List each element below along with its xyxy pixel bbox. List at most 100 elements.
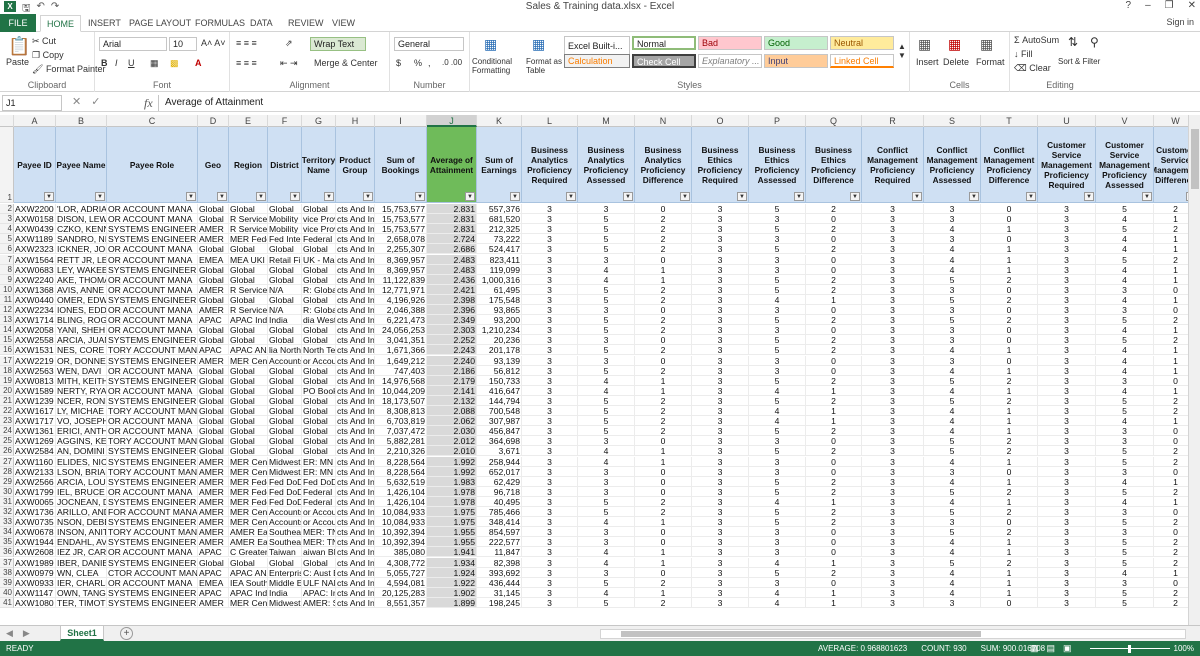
cell-styles-gallery[interactable]: Excel Built-i... [564, 36, 630, 56]
table-cell[interactable]: 3 [1038, 537, 1096, 548]
table-cell[interactable]: cts And Int [336, 244, 375, 255]
table-cell[interactable]: 1.992 [427, 466, 477, 477]
table-cell[interactable]: 5 [924, 274, 981, 285]
table-cell[interactable]: 2 [635, 224, 692, 235]
table-cell[interactable]: 5 [749, 204, 806, 215]
table-cell[interactable]: SYSTEMS ENGINEER [107, 557, 198, 568]
table-cell[interactable]: 5 [578, 325, 635, 336]
tab-view[interactable]: VIEW [326, 15, 361, 32]
table-cell[interactable]: 31,145 [477, 587, 522, 598]
table-cell[interactable]: 2 [1154, 547, 1188, 558]
table-cell[interactable]: 'LOR, ADRIA [56, 204, 107, 215]
table-cell[interactable]: RETT JR, LE [56, 254, 107, 265]
table-cell[interactable]: 3 [522, 567, 578, 578]
table-cell[interactable]: 4 [1096, 567, 1154, 578]
table-cell[interactable]: AMER [198, 486, 229, 497]
table-cell[interactable]: 3 [862, 446, 924, 457]
table-cell[interactable]: 2,046,388 [375, 305, 427, 316]
table-cell[interactable]: 3 [522, 315, 578, 326]
table-cell[interactable]: C Greater [229, 547, 268, 558]
table-cell[interactable]: 0 [806, 456, 862, 467]
table-cell[interactable]: 3 [1038, 274, 1096, 285]
table-cell[interactable]: Global [198, 436, 229, 447]
table-cell[interactable]: Global [198, 244, 229, 255]
table-cell[interactable]: Global [198, 214, 229, 225]
table-cell[interactable]: 11,847 [477, 547, 522, 558]
table-cell[interactable]: 3 [862, 234, 924, 245]
table-cell[interactable]: IBER, DANIE [56, 557, 107, 568]
table-cell[interactable]: 3 [522, 547, 578, 558]
style-neutral[interactable]: Neutral [830, 36, 894, 50]
table-cell[interactable]: 3 [862, 486, 924, 497]
table-cell[interactable]: 0 [635, 436, 692, 447]
underline-button[interactable]: U [128, 58, 135, 68]
table-cell[interactable]: Global [229, 446, 268, 457]
table-cell[interactable]: 0 [1154, 527, 1188, 538]
table-cell[interactable]: 854,597 [477, 527, 522, 538]
horizontal-scrollbar[interactable] [600, 629, 1186, 639]
table-cell[interactable]: 1 [981, 426, 1038, 437]
table-cell[interactable]: 3 [522, 416, 578, 427]
table-cell[interactable]: 2 [635, 507, 692, 518]
table-cell[interactable]: 3 [1096, 305, 1154, 316]
table-cell[interactable]: 1 [635, 557, 692, 568]
table-cell[interactable]: 3 [862, 284, 924, 295]
table-cell[interactable]: OR ACCOUNT MANA [107, 274, 198, 285]
table-cell[interactable]: 3 [522, 264, 578, 275]
table-cell[interactable]: 2,210,326 [375, 446, 427, 457]
table-cell[interactable]: 56,812 [477, 365, 522, 376]
filter-dropdown-icon[interactable]: ▼ [1084, 192, 1094, 201]
table-cell[interactable]: 1 [981, 587, 1038, 598]
table-cell[interactable]: cts And Int [336, 395, 375, 406]
prev-sheet-icon[interactable]: ◀ [6, 628, 13, 639]
table-cell[interactable]: 2.349 [427, 315, 477, 326]
table-cell[interactable]: 2.724 [427, 234, 477, 245]
table-cell[interactable]: 2 [1154, 588, 1188, 598]
table-cell[interactable]: 20,125,283 [375, 587, 427, 598]
table-cell[interactable]: 4 [749, 557, 806, 568]
table-cell[interactable]: 3 [578, 436, 635, 447]
filter-dropdown-icon[interactable]: ▼ [324, 192, 334, 201]
table-cell[interactable]: 2.141 [427, 385, 477, 396]
table-cell[interactable]: 4 [924, 587, 981, 598]
table-cell[interactable]: 6,221,473 [375, 315, 427, 326]
table-cell[interactable]: 5 [749, 284, 806, 295]
table-cell[interactable]: 2.012 [427, 436, 477, 447]
row-header[interactable]: 36 [0, 547, 14, 558]
row-header[interactable]: 19 [0, 375, 14, 386]
table-cell[interactable]: 5 [924, 557, 981, 568]
table-cell[interactable]: cts And Int [336, 375, 375, 386]
table-cell[interactable]: 2 [806, 375, 862, 386]
table-cell[interactable]: 3 [1038, 436, 1096, 447]
table-cell[interactable]: 3 [522, 507, 578, 518]
table-cell[interactable]: 3 [749, 577, 806, 588]
table-cell[interactable]: 10,392,394 [375, 537, 427, 548]
table-cell[interactable]: 3 [578, 567, 635, 578]
row-header[interactable]: 31 [0, 496, 14, 507]
table-cell[interactable]: 3 [862, 597, 924, 608]
table-cell[interactable]: 3 [1038, 305, 1096, 316]
table-cell[interactable]: 3 [749, 214, 806, 225]
table-cell[interactable]: cts And Int [336, 214, 375, 225]
table-cell[interactable]: 4,308,772 [375, 557, 427, 568]
table-cell[interactable]: 3 [1038, 486, 1096, 497]
add-sheet-button[interactable]: + [120, 627, 133, 640]
decimal-icon[interactable]: .0 .00 [442, 58, 462, 67]
table-cell[interactable]: 2 [635, 234, 692, 245]
table-cell[interactable]: 2.686 [427, 244, 477, 255]
column-header[interactable]: E [229, 115, 268, 127]
table-cell[interactable]: 4 [1096, 244, 1154, 255]
table-cell[interactable]: 2 [806, 395, 862, 406]
table-cell[interactable]: 119,099 [477, 264, 522, 275]
table-cell[interactable]: 3 [522, 476, 578, 487]
table-cell[interactable]: AXW2234 [14, 305, 56, 316]
table-cell[interactable]: 3 [522, 294, 578, 305]
table-cell[interactable]: AXW0735 [14, 517, 56, 528]
table-cell[interactable]: 4 [924, 577, 981, 588]
table-cell[interactable]: 1 [1154, 356, 1188, 366]
table-cell[interactable]: 3 [749, 547, 806, 558]
table-cell[interactable]: 3 [862, 254, 924, 265]
paste-icon[interactable]: 📋 [8, 36, 30, 57]
table-cell[interactable]: 3 [924, 204, 981, 215]
format-as-table-icon[interactable]: ▦ [532, 36, 545, 53]
